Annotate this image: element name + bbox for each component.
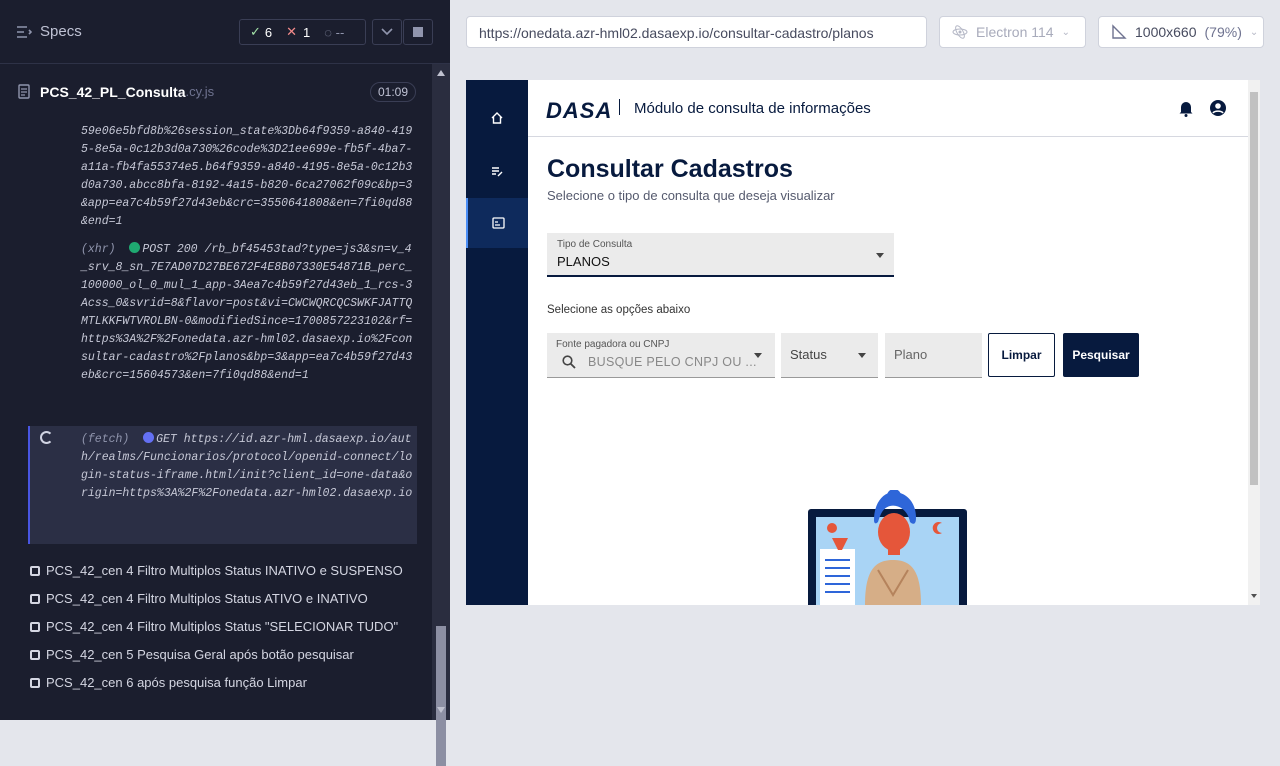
app-under-test: DASA Módulo de consulta de informações C… bbox=[466, 80, 1260, 605]
checkbox-icon bbox=[30, 565, 40, 576]
nav-edit-list[interactable] bbox=[466, 146, 528, 196]
spec-file-header[interactable]: PCS_42_PL_Consulta .cy.js 01:09 bbox=[0, 64, 432, 119]
stop-icon bbox=[413, 27, 423, 37]
plano-input[interactable]: Plano bbox=[885, 333, 982, 378]
app-header: DASA Módulo de consulta de informações bbox=[528, 80, 1248, 137]
status-dot-icon bbox=[143, 432, 155, 443]
pesquisar-button[interactable]: Pesquisar bbox=[1063, 333, 1139, 377]
viewport-info[interactable]: 1000x660 (79%) ⌄ bbox=[1098, 16, 1264, 48]
log-type: (fetch) bbox=[81, 433, 130, 446]
cypress-runner-panel: Specs ✓ 6 ✕ 1 ◌ -- PCS_42_PL_Consulta .c… bbox=[0, 0, 450, 766]
divider bbox=[619, 99, 620, 115]
page-title: Consultar Cadastros bbox=[547, 155, 793, 183]
search-icon bbox=[562, 355, 576, 369]
page-header: Consultar Cadastros Selecione o tipo de … bbox=[547, 155, 835, 203]
tipo-consulta-label: Tipo de Consulta bbox=[557, 239, 633, 250]
illustration bbox=[808, 490, 967, 605]
log-entry: 59e06e5bfd8b%26session_state%3Db64f9359-… bbox=[81, 125, 413, 228]
edit-list-icon bbox=[492, 167, 503, 177]
caret-down-icon bbox=[754, 353, 762, 358]
plano-label: Plano bbox=[894, 347, 928, 362]
runner-scrollbar[interactable] bbox=[432, 64, 450, 766]
dasa-logo[interactable]: DASA bbox=[546, 98, 612, 124]
command-log: 59e06e5bfd8b%26session_state%3Db64f9359-… bbox=[0, 119, 432, 559]
tipo-consulta-select[interactable]: Tipo de Consulta PLANOS bbox=[547, 233, 894, 277]
limpar-button[interactable]: Limpar bbox=[988, 333, 1055, 377]
scrollbar-thumb[interactable] bbox=[1250, 92, 1258, 485]
bell-icon[interactable] bbox=[1178, 100, 1194, 117]
log-entry-fetch[interactable]: (fetch) GET https://id.azr-hml.dasaexp.i… bbox=[81, 431, 413, 503]
log-text: POST 200 /rb_bf45453tad?type=js3&sn=v_4_… bbox=[81, 243, 413, 382]
pending-icon: ◌ bbox=[324, 24, 336, 40]
test-item[interactable]: PCS_42_cen 5 Pesquisa Geral após botão p… bbox=[30, 647, 354, 662]
check-icon: ✓ bbox=[250, 24, 261, 39]
pending-count: -- bbox=[335, 24, 345, 40]
checkbox-icon bbox=[30, 649, 40, 660]
tipo-consulta-value: PLANOS bbox=[557, 254, 610, 269]
options-label: Selecione as opções abaixo bbox=[547, 304, 691, 316]
failed-count: 1 bbox=[303, 24, 311, 40]
home-icon bbox=[491, 112, 503, 124]
runner-topbar: Specs ✓ 6 ✕ 1 ◌ -- bbox=[0, 0, 450, 64]
chevron-down-icon bbox=[381, 28, 393, 36]
test-item[interactable]: PCS_42_cen 4 Filtro Multiplos Status ATI… bbox=[30, 591, 368, 606]
spec-file-ext: .cy.js bbox=[185, 84, 215, 99]
stop-button[interactable] bbox=[403, 19, 433, 45]
test-title: PCS_42_cen 4 Filtro Multiplos Status ATI… bbox=[46, 591, 368, 606]
chevron-down-icon: ⌄ bbox=[1061, 26, 1070, 38]
log-text: GET https://id.azr-hml.dasaexp.io/auth/r… bbox=[81, 433, 413, 500]
scroll-down-icon[interactable] bbox=[1251, 594, 1257, 598]
side-nav bbox=[466, 80, 528, 605]
passed-count: 6 bbox=[264, 24, 273, 40]
caret-down-icon bbox=[858, 353, 866, 358]
x-icon: ✕ bbox=[286, 24, 298, 39]
checkbox-icon bbox=[30, 593, 40, 604]
status-dot-icon bbox=[129, 242, 141, 253]
list-icon bbox=[17, 25, 32, 38]
log-type: (xhr) bbox=[81, 243, 116, 256]
browser-name: Electron 114 bbox=[976, 24, 1054, 40]
spec-file-name: PCS_42_PL_Consulta bbox=[40, 83, 186, 100]
ruler-icon bbox=[1112, 24, 1127, 39]
fonte-pagadora-field[interactable]: Fonte pagadora ou CNPJ BUSQUE PELO CNPJ … bbox=[547, 333, 775, 378]
file-icon bbox=[18, 84, 30, 99]
checkbox-icon bbox=[30, 621, 40, 632]
browser-selector[interactable]: Electron 114 ⌄ bbox=[939, 16, 1086, 48]
test-title: PCS_42_cen 4 Filtro Multiplos Status "SE… bbox=[46, 619, 399, 634]
chevron-down-button[interactable] bbox=[372, 19, 402, 45]
status-label: Status bbox=[790, 347, 827, 362]
test-item[interactable]: PCS_42_cen 6 após pesquisa função Limpar bbox=[30, 675, 307, 690]
checkbox-icon bbox=[30, 677, 40, 688]
scroll-up-icon[interactable] bbox=[437, 70, 445, 76]
viewport-size: 1000x660 bbox=[1135, 24, 1197, 40]
test-item[interactable]: PCS_42_cen 4 Filtro Multiplos Status INA… bbox=[30, 563, 403, 578]
app-scrollbar[interactable] bbox=[1248, 80, 1260, 605]
fonte-label: Fonte pagadora ou CNPJ bbox=[556, 339, 670, 350]
test-stats: ✓ 6 ✕ 1 ◌ -- bbox=[239, 19, 366, 45]
specs-label: Specs bbox=[40, 23, 82, 40]
electron-icon bbox=[952, 25, 968, 39]
zoom-level: (79%) bbox=[1204, 24, 1242, 40]
fonte-input[interactable]: BUSQUE PELO CNPJ OU ... bbox=[588, 355, 757, 369]
chevron-down-icon: ⌄ bbox=[1249, 26, 1259, 38]
specs-toggle[interactable]: Specs bbox=[16, 23, 82, 40]
test-title: PCS_42_cen 5 Pesquisa Geral após botão p… bbox=[46, 647, 354, 662]
log-entry-xhr[interactable]: (xhr) POST 200 /rb_bf45453tad?type=js3&s… bbox=[81, 241, 413, 385]
scroll-down-icon[interactable] bbox=[437, 707, 445, 713]
user-account-icon[interactable] bbox=[1209, 99, 1227, 117]
nav-consultar[interactable] bbox=[466, 198, 528, 248]
caret-down-icon bbox=[876, 253, 884, 258]
test-title: PCS_42_cen 6 após pesquisa função Limpar bbox=[46, 675, 307, 690]
loading-spinner-icon bbox=[40, 431, 53, 444]
page-subtitle: Selecione o tipo de consulta que deseja … bbox=[547, 188, 835, 203]
nav-home[interactable] bbox=[466, 93, 528, 143]
module-title: Módulo de consulta de informações bbox=[634, 100, 871, 117]
search-list-icon bbox=[491, 217, 505, 229]
spec-duration: 01:09 bbox=[369, 82, 416, 102]
url-bar[interactable]: https://onedata.azr-hml02.dasaexp.io/con… bbox=[466, 16, 927, 48]
status-select[interactable]: Status bbox=[781, 333, 878, 378]
test-title: PCS_42_cen 4 Filtro Multiplos Status INA… bbox=[46, 563, 403, 578]
scrollbar-thumb[interactable] bbox=[436, 626, 446, 766]
test-item[interactable]: PCS_42_cen 4 Filtro Multiplos Status "SE… bbox=[30, 619, 398, 634]
